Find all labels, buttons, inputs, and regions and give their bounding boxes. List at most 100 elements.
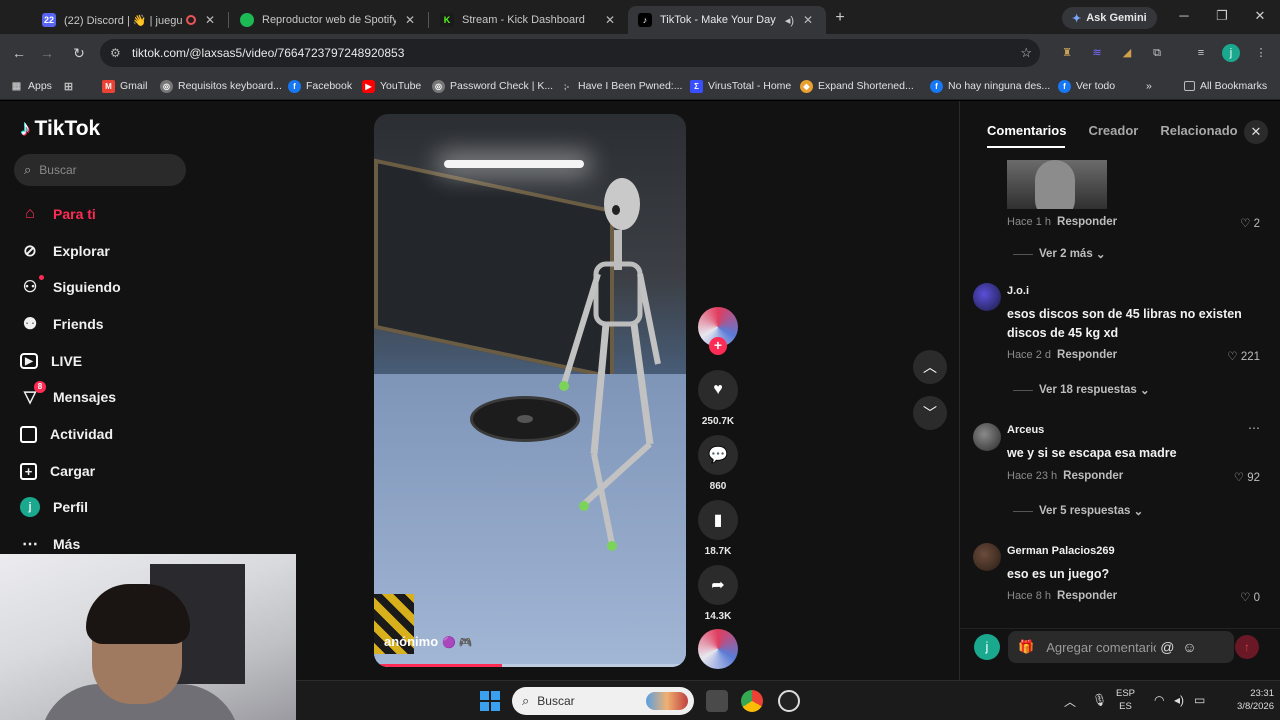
save-button[interactable]: ▮ — [698, 500, 738, 540]
all-bookmarks-button[interactable]: All Bookmarks — [1184, 78, 1267, 94]
windows-start-icon[interactable] — [480, 691, 500, 711]
view-more-replies[interactable]: Ver 2 más ⌄ — [1013, 247, 1106, 261]
wifi-icon[interactable]: ◠ — [1154, 693, 1164, 707]
bookmark-expand-shortened[interactable]: ◆ Expand Shortened... — [800, 78, 914, 94]
microphone-icon[interactable]: 🎙 — [1092, 693, 1107, 707]
nav-friends[interactable]: ⚉ Friends — [20, 312, 104, 336]
extensions-puzzle-icon[interactable]: ⧉ — [1148, 44, 1166, 62]
mention-icon[interactable]: @ — [1160, 639, 1174, 655]
profile-avatar[interactable]: j — [1222, 44, 1240, 62]
bookmark-requisitos[interactable]: ◎ Requisitos keyboard... — [160, 78, 282, 94]
nav-explorar[interactable]: ⊘ Explorar — [20, 239, 110, 263]
site-info-icon[interactable]: ⚙ — [110, 46, 128, 60]
nav-mensajes[interactable]: ▽ 8 Mensajes — [20, 381, 116, 409]
reply-button[interactable]: Responder — [1057, 349, 1117, 361]
nav-cargar[interactable]: + Cargar — [20, 459, 95, 483]
media-control-icon[interactable]: ≡ — [1192, 44, 1210, 62]
chrome-taskbar-icon[interactable] — [741, 690, 763, 712]
comment-avatar[interactable] — [973, 423, 1001, 451]
comment-likes[interactable]: ♡ 2 — [1240, 216, 1260, 230]
bookmark-facebook[interactable]: f Facebook — [288, 78, 352, 94]
close-tab-icon[interactable]: ✕ — [202, 13, 218, 27]
bookmark-password-check[interactable]: ◎ Password Check | K... — [432, 78, 553, 94]
chrome-menu-icon[interactable]: ⋮ — [1252, 44, 1270, 62]
comment-likes[interactable]: ♡ 92 — [1234, 470, 1260, 484]
emoji-icon[interactable]: ☺ — [1182, 639, 1196, 655]
tab-creador[interactable]: Creador — [1088, 123, 1138, 138]
nav-mas[interactable]: ⋯ Más — [20, 532, 80, 556]
nav-siguiendo[interactable]: ⚇ Siguiendo — [20, 275, 121, 299]
tab-relacionado[interactable]: Relacionado — [1160, 123, 1237, 138]
previous-video-button[interactable]: ︿ — [913, 350, 947, 384]
reply-button[interactable]: Responder — [1057, 216, 1117, 228]
new-tab-button[interactable]: + — [830, 8, 850, 28]
taskbar-search[interactable]: ⌕ Buscar — [512, 687, 694, 715]
back-icon[interactable]: ← — [10, 44, 28, 62]
share-button[interactable]: ➦ — [698, 565, 738, 605]
bookmark-star-icon[interactable]: ☆ — [1020, 45, 1032, 61]
close-tab-icon[interactable]: ✕ — [800, 13, 816, 27]
comment-username[interactable]: German Palacios269 — [1007, 545, 1115, 557]
like-button[interactable]: ♥ — [698, 370, 738, 410]
send-comment-button[interactable]: ↑ — [1235, 635, 1259, 659]
comment-avatar[interactable] — [973, 543, 1001, 571]
comment-avatar[interactable] — [973, 283, 1001, 311]
comment-input[interactable] — [1046, 639, 1157, 655]
volume-icon[interactable]: ◂) — [1174, 693, 1184, 707]
comment-more-options-icon[interactable]: ⋯ — [1248, 421, 1260, 435]
tab-comentarios[interactable]: Comentarios — [987, 123, 1066, 138]
close-panel-button[interactable]: ✕ — [1244, 120, 1268, 144]
search-input[interactable] — [39, 163, 170, 177]
music-disc-avatar[interactable] — [698, 629, 738, 669]
extension-icon[interactable]: ◢ — [1118, 44, 1136, 62]
tab-discord[interactable]: 22 (22) Discord | 👋 | jueguito ✕ — [32, 6, 228, 34]
comment-username[interactable]: Arceus — [1007, 424, 1044, 436]
speaker-icon[interactable]: ◂) — [785, 14, 794, 27]
reply-button[interactable]: Responder — [1057, 590, 1117, 602]
close-tab-icon[interactable]: ✕ — [602, 13, 618, 27]
tray-overflow-icon[interactable]: ︿ — [1064, 693, 1076, 710]
battery-icon[interactable]: ▭ — [1194, 693, 1205, 707]
close-tab-icon[interactable]: ✕ — [402, 13, 418, 27]
bookmark-grid[interactable]: ⊞ — [62, 78, 80, 94]
reload-icon[interactable]: ↻ — [70, 44, 88, 62]
comment-button[interactable]: 💬 — [698, 435, 738, 475]
forward-icon[interactable]: → — [38, 44, 56, 62]
tab-spotify[interactable]: Reproductor web de Spotify: m ✕ — [230, 6, 428, 34]
more-bookmarks-button[interactable]: » — [1146, 78, 1152, 94]
view-more-replies[interactable]: Ver 5 respuestas ⌄ — [1013, 504, 1143, 518]
obs-taskbar-icon[interactable] — [778, 690, 800, 712]
tab-tiktok[interactable]: ♪ TikTok - Make Your Day ◂) ✕ — [628, 6, 826, 34]
bookmark-virustotal[interactable]: Σ VirusTotal - Home — [690, 78, 791, 94]
nav-para-ti[interactable]: ⌂ Para ti — [20, 202, 96, 226]
tab-kick[interactable]: K Stream - Kick Dashboard ✕ — [430, 6, 628, 34]
clock[interactable]: 23:31 3/8/2026 — [1224, 687, 1274, 713]
gift-icon[interactable]: 🎁 — [1018, 639, 1034, 655]
video-player[interactable]: anónimo 🟣 🎮 — [374, 114, 686, 667]
next-video-button[interactable]: ﹀ — [913, 396, 947, 430]
extension-icon[interactable]: ≋ — [1088, 44, 1106, 62]
tiktok-logo[interactable]: ♪ TikTok — [20, 117, 100, 141]
ask-gemini-button[interactable]: ✦ Ask Gemini — [1062, 7, 1157, 29]
tiktok-search-box[interactable]: ⌕ — [14, 154, 186, 186]
nav-live[interactable]: ▶ LIVE — [20, 349, 82, 373]
bookmark-youtube[interactable]: ▶ YouTube — [362, 78, 421, 94]
address-bar[interactable]: ⚙ tiktok.com/@laxsas5/video/766472379724… — [100, 39, 1040, 67]
close-window-button[interactable]: ✕ — [1250, 8, 1270, 24]
nav-actividad[interactable]: Actividad — [20, 422, 113, 446]
language-indicator[interactable]: ESP ES — [1116, 687, 1135, 713]
follow-button[interactable]: + — [709, 337, 727, 355]
comment-input-box[interactable]: 🎁 @ ☺ — [1008, 631, 1234, 663]
bookmark-apps[interactable]: ▦ Apps — [10, 78, 52, 94]
minimize-button[interactable]: ─ — [1174, 8, 1194, 23]
bookmark-gmail[interactable]: M Gmail — [102, 78, 147, 94]
bookmark-ver-todo[interactable]: f Ver todo — [1058, 78, 1115, 94]
video-progress-bar[interactable] — [374, 664, 686, 667]
comment-image[interactable] — [1007, 160, 1107, 209]
video-author[interactable]: anónimo 🟣 🎮 — [384, 634, 473, 649]
extension-icon[interactable]: ♜ — [1058, 44, 1076, 62]
task-view-icon[interactable] — [706, 690, 728, 712]
nav-perfil[interactable]: j Perfil — [20, 495, 88, 519]
comment-likes[interactable]: ♡ 221 — [1227, 349, 1260, 363]
bookmark-no-hay[interactable]: f No hay ninguna des... — [930, 78, 1050, 94]
